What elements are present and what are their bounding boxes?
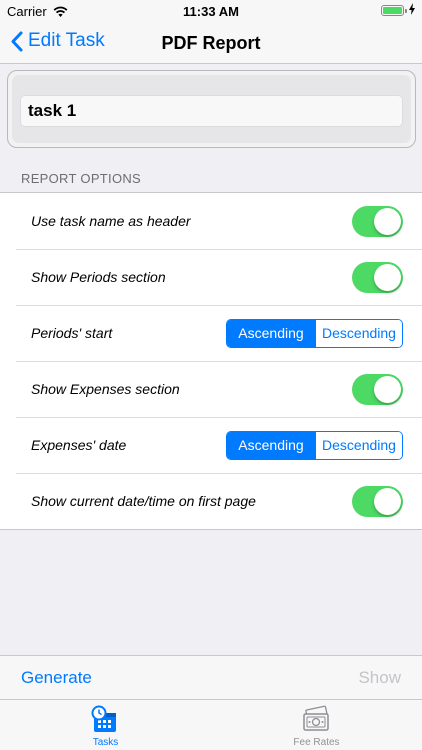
generate-button[interactable]: Generate (21, 668, 92, 688)
battery-icon (381, 5, 407, 16)
option-label: Use task name as header (31, 213, 191, 229)
report-options-header: REPORT OPTIONS (21, 171, 142, 186)
tab-bar: Tasks Fee Rates (0, 699, 422, 750)
report-options-list: Use task name as header Show Periods sec… (0, 192, 422, 530)
status-time: 11:33 AM (183, 4, 239, 19)
expenses-descending-segment[interactable]: Descending (315, 431, 402, 459)
tab-fee-rates[interactable]: Fee Rates (211, 700, 422, 750)
option-label: Show current date/time on first page (31, 493, 256, 509)
tab-tasks[interactable]: Tasks (0, 700, 211, 750)
show-expenses-toggle[interactable] (352, 373, 403, 405)
page-title: PDF Report (161, 33, 261, 53)
tab-tasks-label: Tasks (92, 737, 119, 748)
option-label: Periods' start (31, 325, 113, 341)
task-name-panel: task 1 (12, 75, 411, 143)
charging-bolt-icon (409, 3, 415, 18)
option-row-expenses-date: Expenses' date Ascending Descending (0, 417, 422, 473)
option-label: Expenses' date (31, 437, 127, 453)
calendar-clock-icon (90, 705, 120, 740)
expenses-date-segmented-control: Ascending Descending (226, 430, 403, 460)
option-row-show-expenses: Show Expenses section (0, 361, 422, 417)
status-bar: Carrier 11:33 AM (0, 0, 422, 24)
show-button[interactable]: Show (358, 668, 401, 688)
task-name-field[interactable]: task 1 (20, 95, 403, 127)
money-icon (301, 705, 331, 740)
option-row-periods-start: Periods' start Ascending Descending (0, 305, 422, 361)
option-row-task-name-header: Use task name as header (0, 193, 422, 249)
navigation-bar: Edit Task PDF Report (0, 24, 422, 64)
bottom-toolbar: Generate Show (0, 655, 422, 699)
option-label: Show Periods section (31, 269, 166, 285)
task-name-header-toggle[interactable] (352, 205, 403, 237)
periods-descending-segment[interactable]: Descending (315, 319, 402, 347)
option-row-show-datetime: Show current date/time on first page (0, 473, 422, 529)
task-name-container: task 1 (7, 70, 416, 148)
option-label: Show Expenses section (31, 381, 180, 397)
expenses-ascending-segment[interactable]: Ascending (227, 431, 315, 459)
option-row-show-periods: Show Periods section (0, 249, 422, 305)
show-periods-toggle[interactable] (352, 261, 403, 293)
periods-ascending-segment[interactable]: Ascending (227, 319, 315, 347)
tab-fee-rates-label: Fee Rates (293, 737, 340, 748)
periods-start-segmented-control: Ascending Descending (226, 318, 403, 348)
show-datetime-toggle[interactable] (352, 485, 403, 517)
